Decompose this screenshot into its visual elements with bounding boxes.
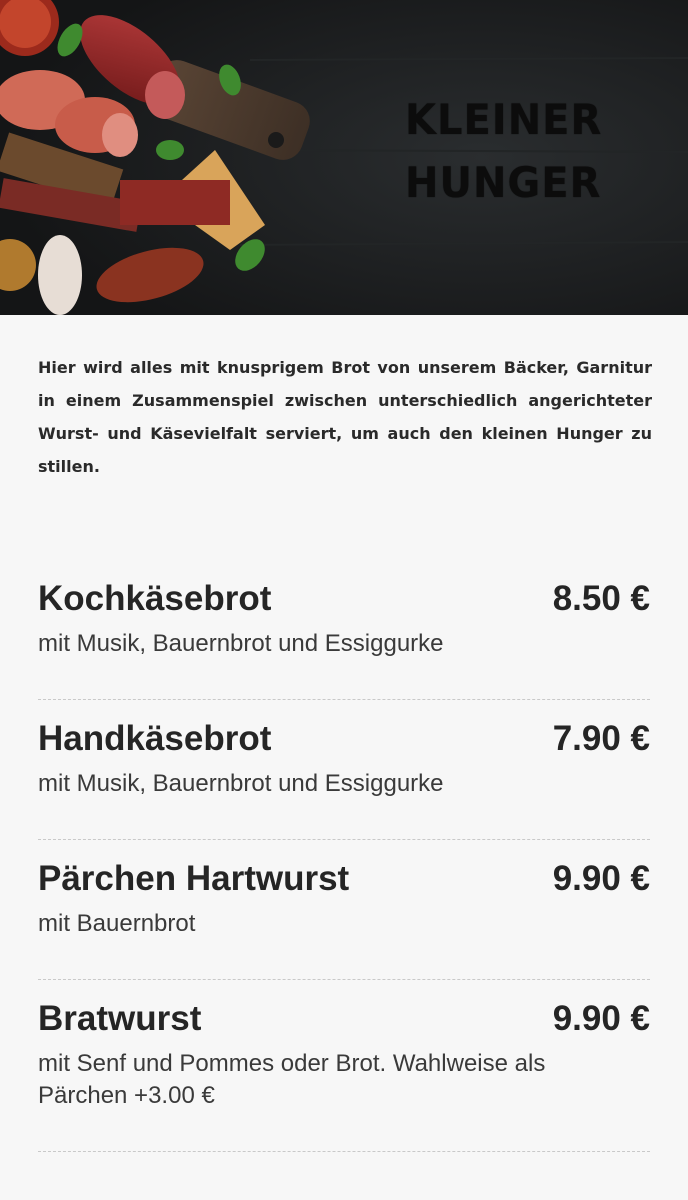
item-price: 8.50 € xyxy=(552,579,650,618)
menu-item: Bratwurst 9.90 € mit Senf und Pommes ode… xyxy=(38,980,650,1152)
hero-title: KLEINER HUNGER xyxy=(405,89,605,215)
item-description: mit Bauernbrot xyxy=(38,910,196,937)
intro-text: Hier wird alles mit knusprigem Brot von … xyxy=(38,358,652,476)
hero-title-line-1: KLEINER xyxy=(405,96,603,145)
item-name: Bratwurst xyxy=(38,999,202,1038)
item-price: 7.90 € xyxy=(552,719,650,758)
item-name: Kochkäsebrot xyxy=(38,579,272,618)
item-description: mit Senf und Pommes oder Brot. Wahlweise… xyxy=(38,1050,546,1109)
item-price: 9.90 € xyxy=(552,859,650,898)
menu-list: Kochkäsebrot 8.50 € mit Musik, Bauernbro… xyxy=(38,560,650,1152)
item-name: Handkäsebrot xyxy=(38,719,272,758)
menu-item: Pärchen Hartwurst 9.90 € mit Bauernbrot xyxy=(38,840,650,980)
item-description: mit Musik, Bauernbrot und Essiggurke xyxy=(38,770,444,797)
item-price: 9.90 € xyxy=(552,999,650,1038)
item-name: Pärchen Hartwurst xyxy=(38,859,350,898)
menu-item: Handkäsebrot 7.90 € mit Musik, Bauernbro… xyxy=(38,700,650,840)
hero-title-line-2: HUNGER xyxy=(405,159,602,208)
item-description: mit Musik, Bauernbrot und Essiggurke xyxy=(38,630,444,657)
menu-card: Hier wird alles mit knusprigem Brot von … xyxy=(0,315,688,1200)
menu-item: Kochkäsebrot 8.50 € mit Musik, Bauernbro… xyxy=(38,560,650,700)
hero-banner: KLEINER HUNGER xyxy=(0,0,688,315)
